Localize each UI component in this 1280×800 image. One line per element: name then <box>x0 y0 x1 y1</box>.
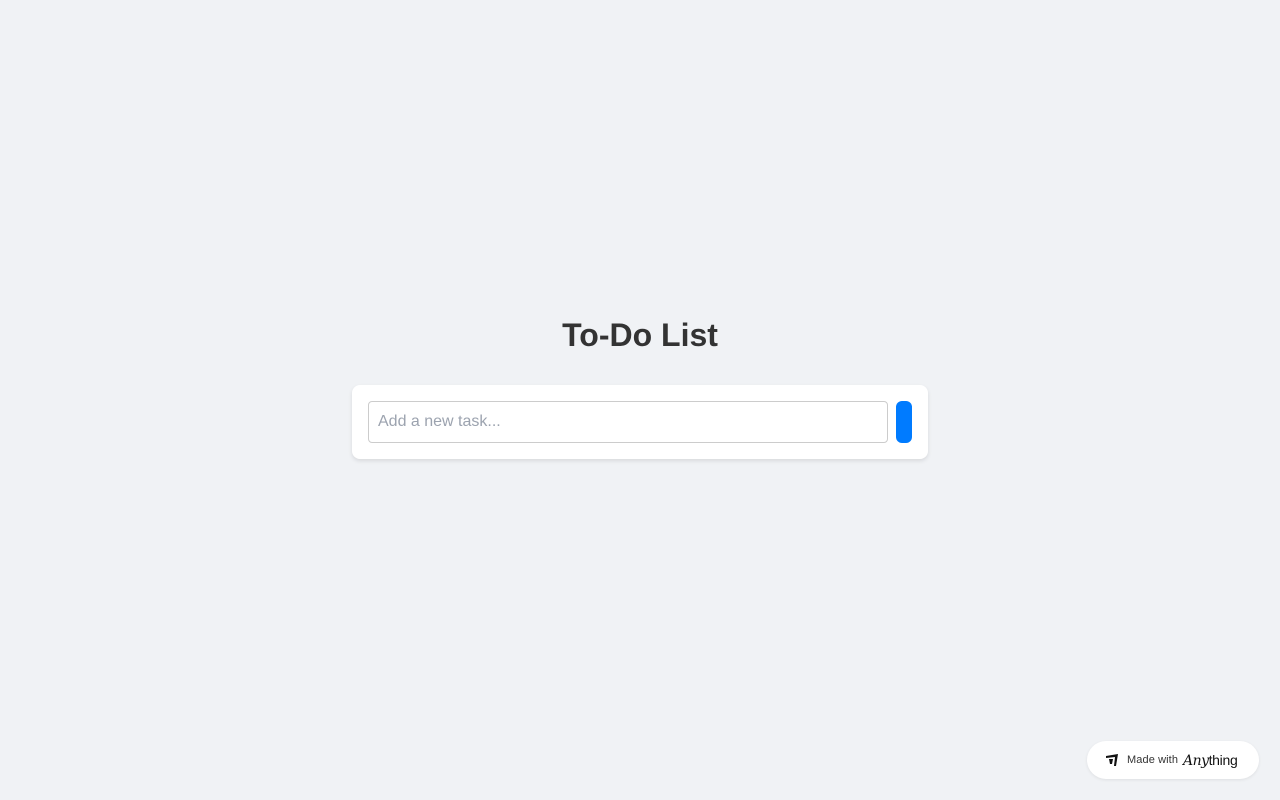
add-task-card <box>352 385 928 459</box>
anything-wordmark: Anything <box>1183 751 1238 769</box>
add-task-button[interactable] <box>896 401 912 443</box>
made-with-label: Made with <box>1127 754 1179 766</box>
made-with-anything-badge[interactable]: Made with Anything <box>1087 741 1259 779</box>
anything-logo-icon <box>1105 753 1119 767</box>
brand-wordmark-thing: thing <box>1208 751 1238 768</box>
new-task-input[interactable] <box>368 401 888 443</box>
page-title: To-Do List <box>562 317 718 353</box>
brand-wordmark-any: Any <box>1183 752 1209 769</box>
